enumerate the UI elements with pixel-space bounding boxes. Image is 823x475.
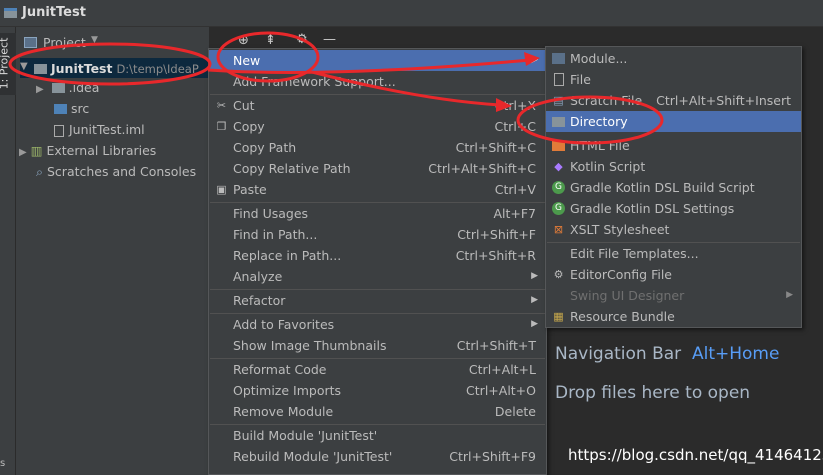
resource-bundle-icon: ▦: [553, 310, 564, 323]
file-icon: [54, 124, 64, 137]
submenu-item-swing-ui: Swing UI Designer ▶: [546, 285, 801, 306]
navigation-bar-shortcut: Alt+Home: [691, 344, 780, 364]
menu-item-rebuild-module[interactable]: Rebuild Module 'JunitTest' Ctrl+Shift+F9: [209, 446, 546, 467]
cut-icon: ✂: [216, 99, 227, 112]
html-file-icon: [552, 141, 565, 151]
menu-item-add-to-favorites[interactable]: Add to Favorites ▶: [209, 314, 546, 335]
menu-item-optimize-imports[interactable]: Optimize Imports Ctrl+Alt+O: [209, 380, 546, 401]
menu-item-remove-module[interactable]: Remove Module Delete: [209, 401, 546, 422]
module-icon: [552, 53, 565, 64]
tree-item-external-libraries[interactable]: ▶ ▥ External Libraries: [19, 143, 156, 158]
submenu-arrow-icon: ▶: [531, 295, 538, 305]
module-folder-icon: [34, 63, 47, 74]
xslt-icon: ⊠: [553, 223, 564, 236]
copy-icon: ❐: [216, 120, 227, 133]
project-view-selector[interactable]: Project: [43, 35, 86, 50]
context-menu: New ▶ Add Framework Support... ✂ Cut Ctrl+X…: [208, 48, 547, 475]
collapse-all-icon[interactable]: ⇞: [265, 33, 276, 48]
menu-item-copy-relative-path[interactable]: Copy Relative Path Ctrl+Alt+Shift+C: [209, 158, 546, 179]
tree-item-label: External Libraries: [46, 143, 157, 158]
menu-item-analyze[interactable]: Analyze ▶: [209, 266, 546, 287]
menu-item-paste[interactable]: ▣ Paste Ctrl+V: [209, 179, 546, 200]
submenu-item-scratch-file[interactable]: ▤ Scratch File Ctrl+Alt+Shift+Insert: [546, 90, 801, 111]
tree-item-label: .idea: [68, 80, 100, 95]
submenu-item-xslt[interactable]: ⊠ XSLT Stylesheet: [546, 219, 801, 240]
menu-item-reformat-code[interactable]: Reformat Code Ctrl+Alt+L: [209, 359, 546, 380]
navigation-bar-hint: Navigation Bar Alt+Home: [555, 344, 779, 364]
menu-item-find-in-path[interactable]: Find in Path... Ctrl+Shift+F: [209, 224, 546, 245]
submenu-item-gradle-build[interactable]: G Gradle Kotlin DSL Build Script: [546, 177, 801, 198]
submenu-arrow-icon: ▶: [531, 55, 538, 65]
submenu-item-file[interactable]: File: [546, 69, 801, 90]
tree-item-src[interactable]: src: [54, 101, 89, 116]
submenu-item-kotlin-script[interactable]: ◆ Kotlin Script: [546, 156, 801, 177]
expand-arrow-icon[interactable]: ▶: [19, 147, 27, 158]
submenu-item-directory[interactable]: Directory: [546, 111, 801, 132]
expand-arrow-icon[interactable]: ▶: [36, 84, 44, 95]
gradle-icon: G: [552, 202, 565, 215]
watermark: https://blog.csdn.net/qq_41464123: [568, 446, 823, 464]
folder-icon: [51, 82, 65, 93]
tree-item-label: JunitTest: [51, 61, 113, 76]
submenu-item-editorconfig[interactable]: ⚙ EditorConfig File: [546, 264, 801, 285]
title-bar: JunitTest: [0, 0, 823, 27]
scratch-file-icon: ▤: [553, 94, 564, 107]
drop-files-hint: Drop files here to open: [555, 383, 751, 403]
menu-item-show-thumbnails[interactable]: Show Image Thumbnails Ctrl+Shift+T: [209, 335, 546, 356]
menu-item-find-usages[interactable]: Find Usages Alt+F7: [209, 203, 546, 224]
project-view-icon: [24, 37, 37, 48]
submenu-item-module[interactable]: Module...: [546, 48, 801, 69]
library-icon: ▥: [30, 143, 43, 158]
menu-item-copy-path[interactable]: Copy Path Ctrl+Shift+C: [209, 137, 546, 158]
menu-item-cut[interactable]: ✂ Cut Ctrl+X: [209, 95, 546, 116]
menu-item-refactor[interactable]: Refactor ▶: [209, 290, 546, 311]
tree-item-label: JunitTest.iml: [69, 122, 145, 137]
gear-icon: ⚙: [553, 268, 564, 281]
project-tool-tab-label: 1: Project: [0, 37, 11, 90]
tree-item-label: Scratches and Consoles: [47, 164, 197, 179]
folder-icon: [552, 117, 565, 127]
menu-item-copy[interactable]: ❐ Copy Ctrl+C: [209, 116, 546, 137]
bottom-tool-label[interactable]: s: [0, 458, 5, 469]
source-folder-icon: [54, 103, 67, 114]
submenu-item-gradle-settings[interactable]: G Gradle Kotlin DSL Settings: [546, 198, 801, 219]
gear-icon[interactable]: ⚙: [296, 32, 308, 47]
navigation-bar-label: Navigation Bar: [555, 344, 682, 364]
tree-item-iml[interactable]: JunitTest.iml: [54, 122, 145, 137]
tree-item-idea[interactable]: ▶ .idea: [36, 80, 99, 95]
submenu-arrow-icon: ▶: [786, 290, 793, 300]
submenu-arrow-icon: ▶: [531, 319, 538, 329]
tree-item-scratches[interactable]: ⌕ Scratches and Consoles: [36, 164, 196, 180]
menu-item-replace-in-path[interactable]: Replace in Path... Ctrl+Shift+R: [209, 245, 546, 266]
minimize-icon[interactable]: —: [323, 32, 336, 47]
window-title: JunitTest: [22, 5, 86, 20]
expand-arrow-icon[interactable]: ▼: [20, 61, 28, 72]
scratches-icon: ⌕: [36, 164, 44, 179]
paste-icon: ▣: [216, 183, 227, 196]
menu-item-build-module[interactable]: Build Module 'JunitTest': [209, 425, 546, 446]
file-icon: [554, 73, 564, 86]
tree-item-root[interactable]: ▼ JunitTest D:\temp\IdeaP: [20, 58, 208, 78]
submenu-item-edit-templates[interactable]: Edit File Templates...: [546, 243, 801, 264]
submenu-item-resource-bundle[interactable]: ▦ Resource Bundle: [546, 306, 801, 327]
submenu-item-html-file[interactable]: HTML File: [546, 135, 801, 156]
menu-item-add-framework[interactable]: Add Framework Support...: [209, 71, 546, 92]
kotlin-icon: ◆: [554, 160, 563, 173]
chevron-down-icon[interactable]: ▼: [91, 35, 98, 45]
project-folder-icon: [4, 8, 17, 18]
new-submenu: Module... File ▤ Scratch File Ctrl+Alt+Shi…: [545, 46, 802, 328]
tree-item-label: src: [71, 101, 90, 116]
tree-item-path: D:\temp\IdeaP: [116, 62, 199, 76]
menu-item-new[interactable]: New ▶: [209, 50, 546, 71]
crosshair-locate-icon[interactable]: ⊕: [238, 33, 249, 48]
submenu-arrow-icon: ▶: [531, 271, 538, 281]
project-tool-tab[interactable]: 1: Project: [0, 33, 16, 95]
gradle-icon: G: [552, 181, 565, 194]
